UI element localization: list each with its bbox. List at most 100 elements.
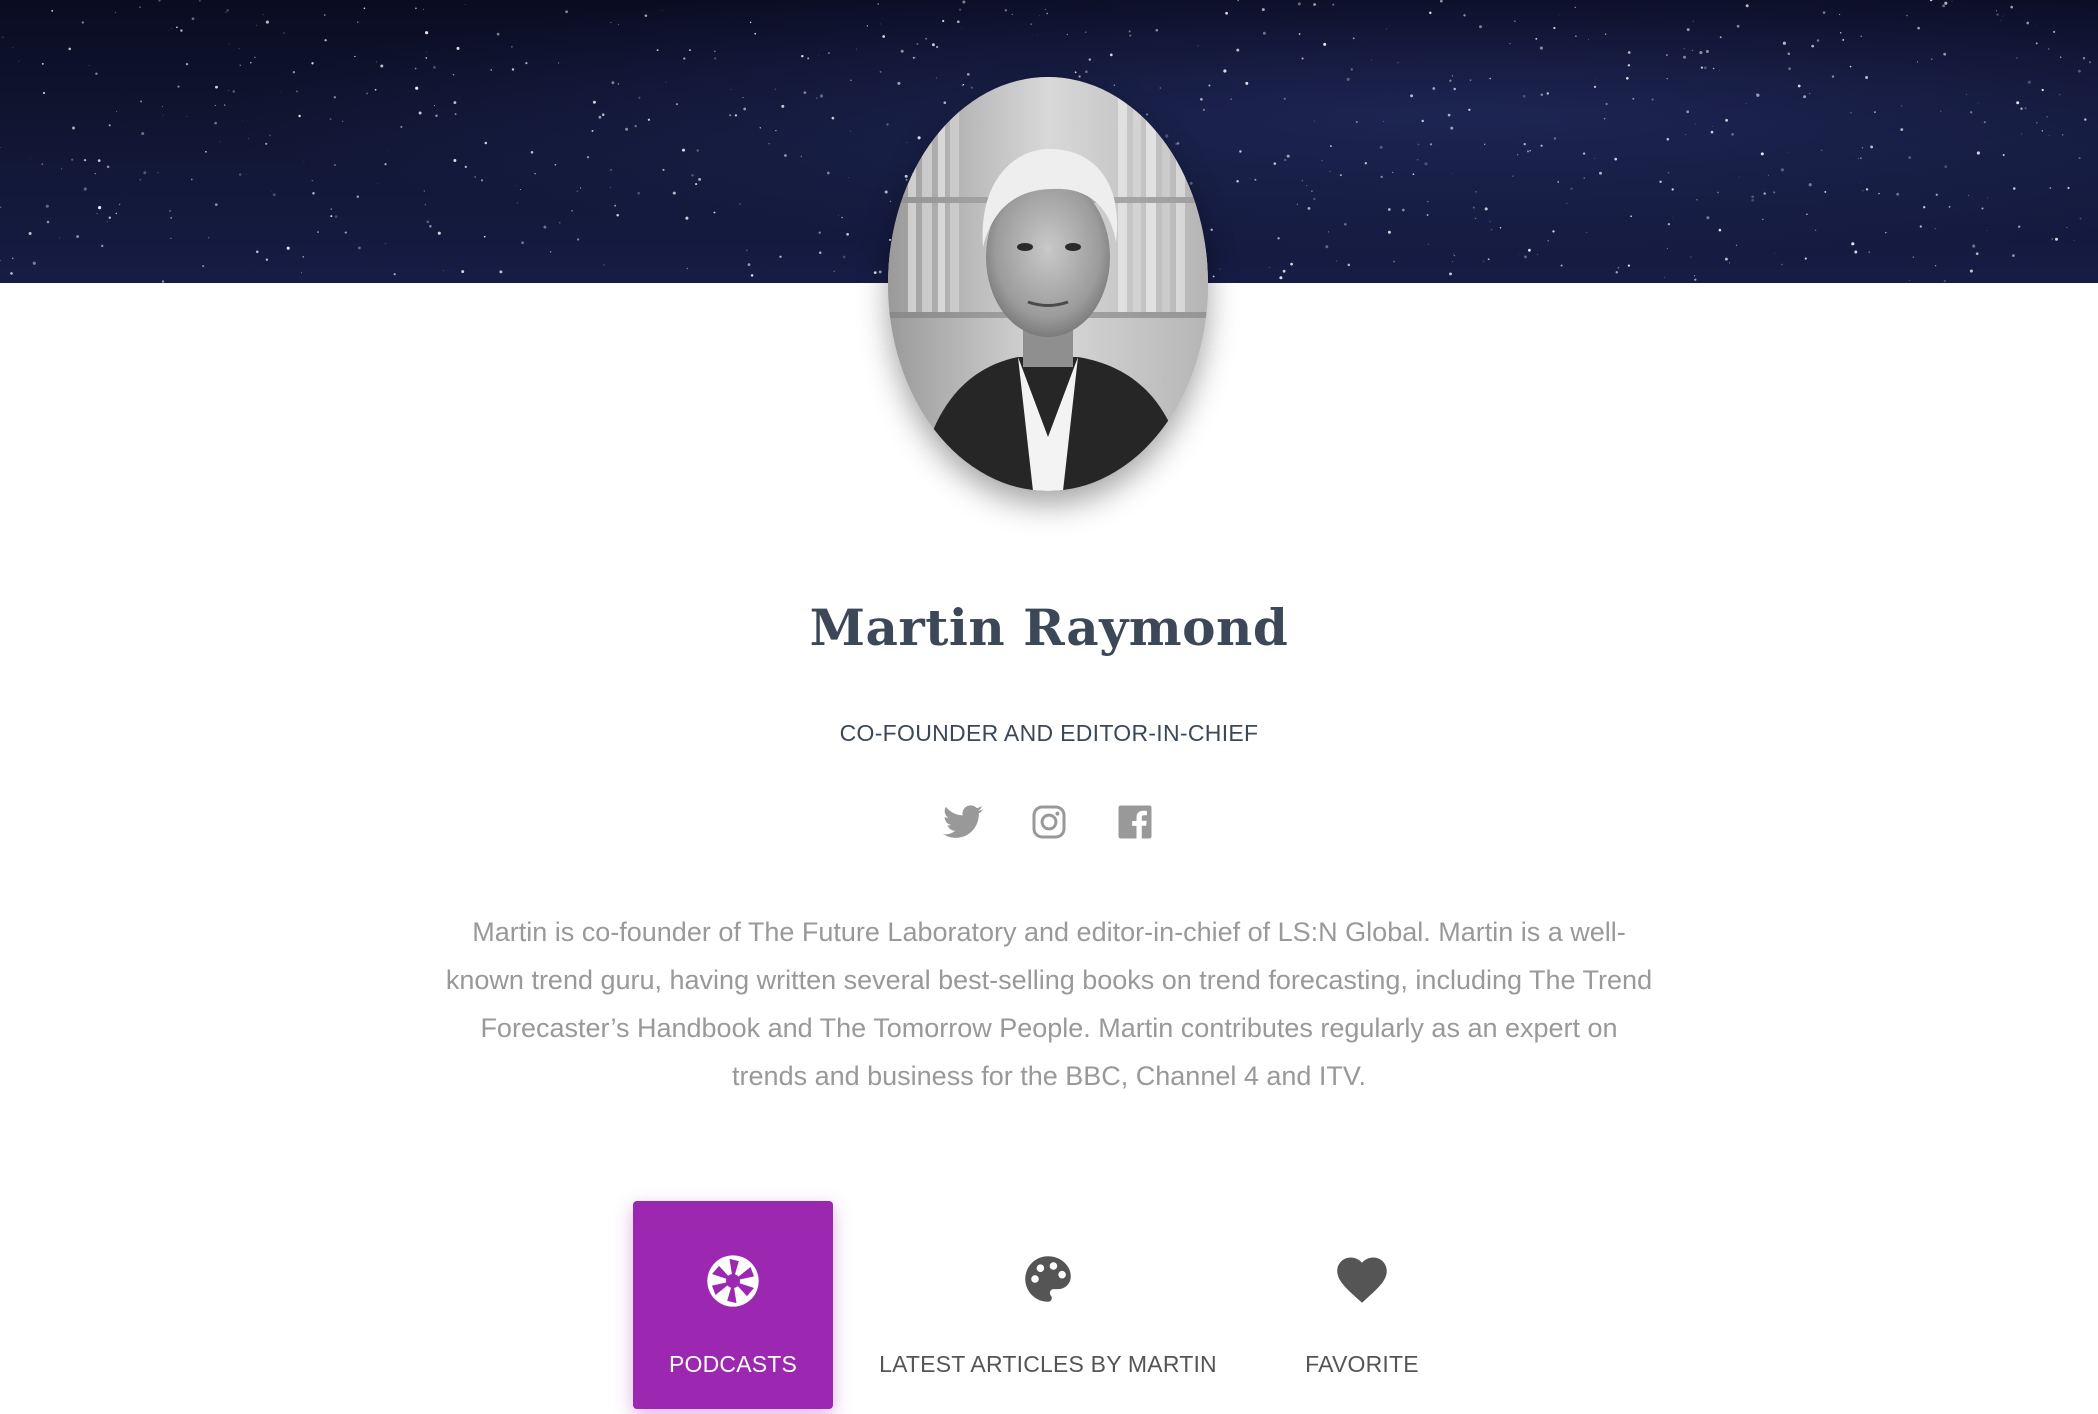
- star: [1474, 217, 1477, 220]
- star: [956, 20, 960, 24]
- star: [1986, 197, 1989, 199]
- star: [108, 124, 111, 127]
- star: [0, 147, 1, 149]
- star: [935, 45, 939, 49]
- star: [1329, 171, 1331, 173]
- star: [324, 39, 327, 42]
- star: [638, 96, 641, 99]
- star: [334, 215, 338, 218]
- star: [239, 64, 242, 67]
- star: [1667, 223, 1671, 226]
- star: [245, 174, 247, 175]
- star: [882, 35, 886, 38]
- star: [2082, 57, 2086, 60]
- tab-label: PODCASTS: [668, 1351, 798, 1377]
- star: [661, 10, 663, 11]
- star: [1574, 6, 1576, 9]
- star: [1861, 147, 1864, 149]
- social-links: [0, 802, 2098, 846]
- star: [916, 42, 919, 46]
- star: [1944, 165, 1948, 169]
- star: [1862, 190, 1864, 192]
- star: [265, 20, 269, 24]
- star: [425, 31, 429, 35]
- star: [1329, 145, 1332, 148]
- star: [609, 168, 613, 172]
- star: [227, 89, 230, 92]
- star: [2088, 61, 2092, 64]
- star: [83, 158, 87, 162]
- star: [1672, 217, 1673, 219]
- star: [303, 161, 305, 163]
- star: [1522, 94, 1526, 98]
- star: [0, 206, 2, 209]
- star: [1078, 75, 1081, 78]
- star: [1416, 158, 1419, 161]
- star: [1449, 79, 1452, 83]
- star: [768, 143, 770, 145]
- star: [665, 81, 667, 83]
- star: [176, 26, 178, 29]
- star: [139, 6, 141, 8]
- star: [1797, 84, 1801, 88]
- star: [0, 259, 1, 262]
- instagram-icon: [1032, 805, 1066, 839]
- tab-latest-articles[interactable]: LATEST ARTICLES BY MARTIN: [868, 1201, 1228, 1409]
- star: [745, 249, 748, 252]
- star: [681, 148, 686, 152]
- star: [1694, 278, 1697, 281]
- star: [185, 62, 189, 66]
- star: [647, 118, 651, 121]
- star: [846, 232, 849, 236]
- star: [42, 91, 46, 95]
- star: [1297, 2, 1301, 6]
- star: [1968, 195, 1969, 197]
- star: [1401, 208, 1405, 212]
- star: [1421, 119, 1424, 123]
- star: [1540, 93, 1544, 97]
- star: [1604, 33, 1607, 35]
- star: [28, 232, 32, 235]
- star: [1352, 37, 1355, 40]
- tab-favorite[interactable]: FAVORITE: [1262, 1201, 1462, 1409]
- star: [1703, 66, 1707, 70]
- star: [1487, 258, 1490, 261]
- star: [1923, 206, 1926, 209]
- star: [1412, 173, 1415, 176]
- star: [2047, 48, 2050, 50]
- star: [1751, 198, 1755, 202]
- star: [357, 246, 361, 250]
- star: [1380, 175, 1383, 178]
- star: [76, 235, 80, 238]
- star: [1651, 98, 1654, 101]
- twitter-link[interactable]: [943, 802, 983, 842]
- instagram-link[interactable]: [1029, 802, 1069, 842]
- star: [317, 231, 319, 233]
- star: [301, 272, 303, 274]
- star: [262, 14, 264, 16]
- star: [2073, 239, 2075, 241]
- star: [1323, 42, 1327, 46]
- star: [850, 130, 851, 132]
- star: [242, 120, 244, 121]
- star: [672, 191, 676, 195]
- star: [1036, 34, 1038, 35]
- star: [1874, 111, 1876, 113]
- star: [333, 163, 337, 167]
- star: [1912, 256, 1915, 258]
- star: [167, 30, 169, 32]
- star: [114, 12, 116, 14]
- star: [1355, 120, 1358, 124]
- star: [1712, 67, 1715, 70]
- star: [329, 118, 332, 121]
- star: [1313, 3, 1316, 6]
- star: [1667, 172, 1670, 174]
- star: [268, 134, 271, 137]
- star: [1283, 97, 1286, 100]
- tab-podcasts[interactable]: PODCASTS: [633, 1201, 833, 1409]
- star: [559, 222, 561, 224]
- star: [423, 190, 425, 192]
- star: [1686, 110, 1690, 114]
- facebook-link[interactable]: [1115, 802, 1155, 842]
- star: [98, 206, 102, 210]
